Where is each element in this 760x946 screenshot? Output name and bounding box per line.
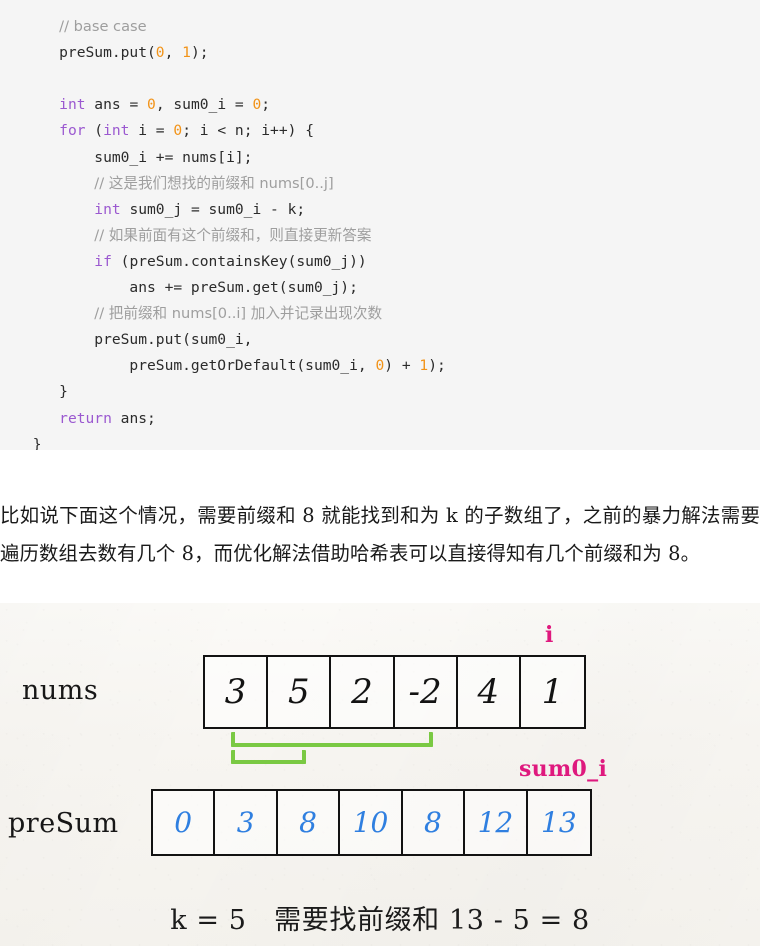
presum-cell: 12 — [465, 791, 528, 854]
pointer-i-label: i — [545, 622, 554, 648]
code-comment: // 把前缀和 nums[0..i] 加入并记录出现次数 — [94, 305, 383, 323]
nums-cell: 3 — [205, 657, 269, 727]
code-comment: // base case — [59, 18, 147, 36]
body-paragraph: 比如说下面这个情况，需要前缀和 8 就能找到和为 k 的子数组了，之前的暴力解法… — [0, 504, 760, 566]
code-line: if (preSum.containsKey(sum0_j)) — [94, 252, 367, 270]
nums-cell: 1 — [541, 672, 564, 712]
code-keyword: int — [59, 96, 86, 114]
presum-array: 0 3 8 10 8 12 13 — [151, 789, 592, 856]
code-line: // 如果前面有这个前缀和，则直接更新答案 — [24, 223, 760, 249]
presum-cell: 13 — [541, 806, 577, 839]
code-line: int ans = 0, sum0_i = 0; — [59, 96, 271, 114]
nums-cell: 2 — [331, 657, 395, 727]
code-line: return ans; — [59, 409, 156, 427]
code-line: for (int i = 0; i < n; i++) { — [59, 122, 314, 140]
code-keyword: for — [59, 122, 86, 140]
code-block: // base case preSum.put(0, 1); int ans =… — [0, 0, 760, 450]
presum-cell: 10 — [340, 791, 403, 854]
presum-row-label: preSum — [8, 808, 119, 839]
presum-cell: 8 — [403, 791, 466, 854]
nums-cell: -2 — [395, 657, 458, 727]
presum-cell: 8 — [278, 791, 341, 854]
code-line: preSum.put(0, 1); — [24, 44, 209, 62]
code-keyword: int — [94, 200, 121, 218]
code-content: // base case preSum.put(0, 1); int ans =… — [0, 0, 760, 450]
subarray-bracket-upper — [231, 732, 433, 747]
code-line: } — [24, 435, 42, 450]
subarray-bracket-lower — [231, 750, 306, 764]
code-line: preSum.put(sum0_i, — [24, 331, 253, 349]
code-line: // 这是我们想找的前缀和 nums[0..j] — [24, 171, 760, 197]
code-comment: // 如果前面有这个前缀和，则直接更新答案 — [94, 226, 372, 244]
nums-row-label: nums — [22, 675, 99, 706]
code-keyword: int — [103, 122, 130, 140]
code-keyword: return — [59, 409, 112, 427]
nums-array: 3 5 2 -2 4 1 — [203, 655, 586, 729]
code-line: // 把前缀和 nums[0..i] 加入并记录出现次数 — [24, 301, 760, 327]
code-line: } — [24, 383, 68, 401]
presum-cell: 0 — [153, 791, 216, 854]
code-line: int sum0_j = sum0_i - k; — [94, 200, 306, 218]
code-number: 0 — [252, 96, 262, 114]
pointer-sum0i-label: sum0_i — [519, 756, 608, 782]
nums-cell: 4 — [458, 657, 521, 727]
code-line: // base case — [24, 14, 760, 40]
code-line: sum0_i += nums[i]; — [24, 148, 253, 166]
code-comment: // 这是我们想找的前缀和 nums[0..j] — [94, 174, 334, 192]
code-number: 1 — [419, 357, 429, 375]
nums-cell: 5 — [268, 657, 332, 727]
code-number: 0 — [155, 44, 165, 62]
code-number: 1 — [182, 44, 191, 62]
code-keyword: if — [94, 252, 112, 270]
code-number: 0 — [147, 96, 156, 114]
diagram-caption: k = 5 需要找前缀和 13 - 5 = 8 — [170, 905, 590, 936]
code-line: preSum.getOrDefault(sum0_i, 0) + 1); — [24, 357, 446, 375]
code-number: 0 — [375, 357, 385, 375]
presum-cell: 3 — [215, 791, 278, 854]
code-number: 0 — [173, 122, 183, 140]
code-line: ans += preSum.get(sum0_j); — [24, 279, 358, 297]
